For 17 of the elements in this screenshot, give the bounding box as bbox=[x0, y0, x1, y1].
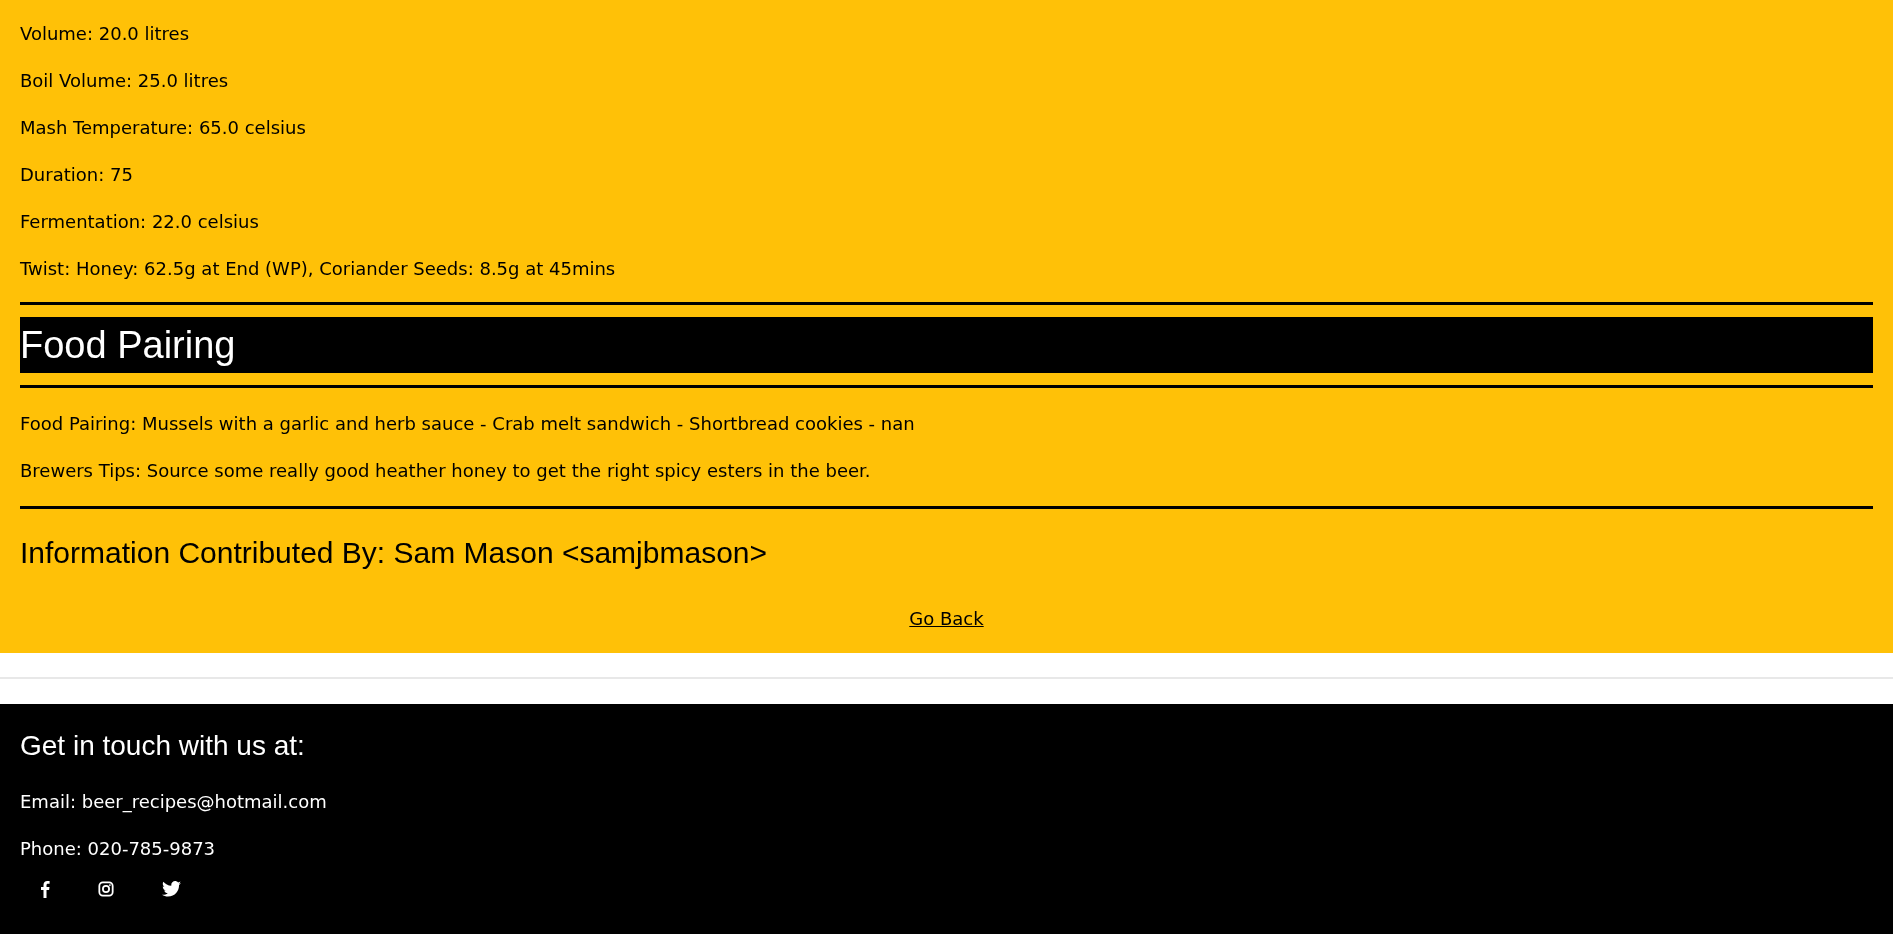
go-back-link[interactable]: Go Back bbox=[909, 608, 984, 629]
footer-heading: Get in touch with us at: bbox=[20, 729, 306, 763]
recipe-detail: Mash Temperature: 65.0 celsius bbox=[20, 116, 307, 140]
recipe-detail: Fermentation: 22.0 celsius bbox=[20, 210, 260, 234]
section-heading: Food Pairing bbox=[20, 317, 1873, 373]
food-detail: Brewers Tips: Source some really good heather honey to get the right spicy esters in the beer. bbox=[20, 459, 872, 483]
recipe-detail: Boil Volume: 25.0 litres bbox=[20, 69, 230, 93]
recipe-detail: Duration: 75 bbox=[20, 163, 134, 187]
recipe-detail: Twist: Honey: 62.5g at End (WP), Coriander Seeds: 8.5g at 45mins bbox=[20, 257, 617, 281]
recipe-detail: Volume: 20.0 litres bbox=[20, 22, 191, 46]
phone-text: Phone: 020-785-9873 bbox=[20, 837, 217, 861]
contributor-heading: Information Contributed By: Sam Mason <samjbmason> bbox=[20, 535, 769, 571]
instagram-icon[interactable] bbox=[98, 881, 114, 897]
twitter-icon[interactable] bbox=[162, 881, 181, 897]
facebook-icon[interactable] bbox=[40, 880, 50, 898]
email-text: Email: beer_recipes@hotmail.com bbox=[20, 790, 328, 815]
food-detail: Food Pairing: Mussels with a garlic and herb sauce - Crab melt sandwich - Shortbread cookies - nan bbox=[20, 412, 916, 436]
